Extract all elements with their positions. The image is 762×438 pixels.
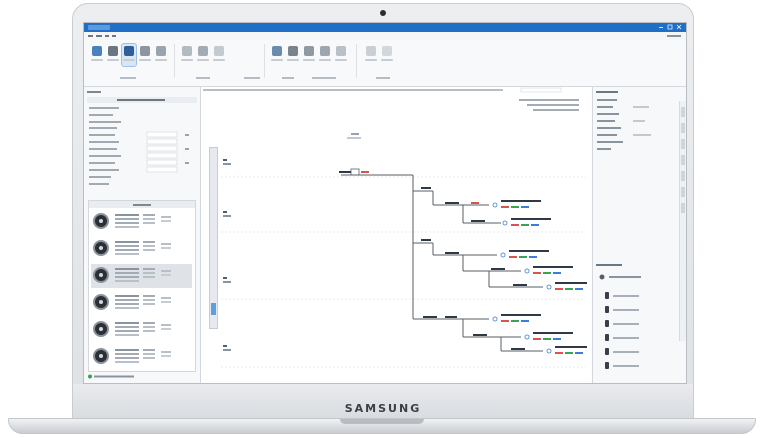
print-icon	[320, 46, 330, 56]
lid-opening-notch	[340, 419, 424, 424]
diagram-canvas[interactable]	[201, 87, 591, 383]
menu-items-placeholder[interactable]	[88, 34, 116, 38]
close-icon[interactable]	[676, 24, 682, 30]
cable-icon	[182, 46, 192, 56]
ribbon-help-button[interactable]	[364, 44, 378, 66]
laptop-chin: SAMSUNG	[72, 384, 694, 422]
source-label	[347, 133, 361, 139]
left-panel	[84, 87, 201, 383]
device-item[interactable]	[91, 237, 192, 261]
maximize-icon[interactable]	[667, 24, 673, 30]
branch-3-labels	[423, 314, 587, 354]
right-panel-header	[596, 91, 618, 93]
ribbon-settings-button[interactable]	[334, 44, 348, 66]
device-round-icon	[93, 267, 109, 283]
brand-logo: SAMSUNG	[344, 402, 422, 415]
ribbon-save-button[interactable]	[106, 44, 120, 66]
ribbon-separator	[356, 44, 357, 78]
laptop-screen	[83, 22, 687, 384]
ribbon-export-button[interactable]	[302, 44, 316, 66]
device-round-icon	[93, 240, 109, 256]
panel-icon	[198, 46, 208, 56]
legend-item[interactable]	[605, 320, 665, 328]
breaker-icon	[140, 46, 150, 56]
ribbon-panel-button[interactable]	[196, 44, 210, 66]
branch-1-labels	[421, 187, 551, 226]
export-icon	[304, 46, 314, 56]
report-icon	[272, 46, 282, 56]
node-label	[361, 171, 369, 173]
device-round-icon	[93, 348, 109, 364]
left-panel-footer[interactable]	[88, 374, 148, 379]
legend-item[interactable]	[605, 362, 665, 370]
device-icon	[156, 46, 166, 56]
grid-icon	[124, 46, 134, 56]
ribbon-print-button[interactable]	[318, 44, 332, 66]
branch-1	[413, 190, 501, 224]
laptop-base	[8, 418, 756, 434]
branch-2	[413, 242, 543, 288]
main-breaker	[341, 168, 414, 319]
device-item-selected[interactable]	[91, 264, 192, 288]
save-icon	[108, 46, 118, 56]
ribbon-breaker-button[interactable]	[138, 44, 152, 66]
account-area[interactable]	[667, 34, 681, 38]
legend-item[interactable]	[605, 334, 665, 342]
legend-item[interactable]	[605, 306, 665, 314]
single-line-diagram[interactable]	[201, 87, 591, 383]
level-guides	[221, 176, 586, 368]
right-side-tabs[interactable]	[679, 101, 686, 341]
device-round-icon	[93, 294, 109, 310]
ribbon-about-button[interactable]	[380, 44, 394, 66]
object-properties[interactable]	[597, 99, 677, 169]
device-catalog-list[interactable]	[88, 200, 196, 372]
device-item[interactable]	[91, 291, 192, 315]
legend-item[interactable]	[605, 292, 665, 300]
ribbon-group-captions	[120, 77, 390, 79]
left-panel-header	[87, 91, 101, 93]
ribbon-separator	[264, 44, 265, 78]
ribbon-cable-button[interactable]	[180, 44, 194, 66]
node-label	[339, 171, 351, 173]
quick-access-toolbar[interactable]	[88, 25, 110, 30]
gear-icon	[336, 46, 346, 56]
device-round-icon	[93, 213, 109, 229]
ribbon-separator	[174, 44, 175, 78]
device-list-header	[89, 201, 195, 208]
ribbon-open-button[interactable]	[90, 44, 104, 66]
legend-header	[596, 264, 622, 266]
device-round-icon	[93, 321, 109, 337]
open-icon	[92, 46, 102, 56]
level-markers	[223, 159, 231, 351]
device-item[interactable]	[91, 318, 192, 342]
properties-list[interactable]	[87, 97, 197, 197]
ribbon-switch-button[interactable]	[212, 44, 226, 66]
minimize-icon[interactable]	[658, 24, 664, 30]
title-bar	[84, 23, 686, 32]
webcam	[380, 10, 386, 16]
calc-icon	[288, 46, 298, 56]
switch-icon	[214, 46, 224, 56]
help-icon	[366, 46, 376, 56]
right-panel	[592, 87, 686, 383]
ribbon-calc-button[interactable]	[286, 44, 300, 66]
info-icon	[382, 46, 392, 56]
device-item[interactable]	[91, 345, 192, 369]
ribbon-grid-button[interactable]	[121, 43, 137, 67]
ribbon-device-button[interactable]	[154, 44, 168, 66]
ribbon-toolbar	[84, 40, 686, 87]
legend-item[interactable]	[605, 348, 665, 356]
device-item[interactable]	[91, 210, 192, 234]
branch-2-labels	[421, 239, 587, 290]
legend-group[interactable]	[599, 273, 679, 283]
ribbon-report-button[interactable]	[270, 44, 284, 66]
